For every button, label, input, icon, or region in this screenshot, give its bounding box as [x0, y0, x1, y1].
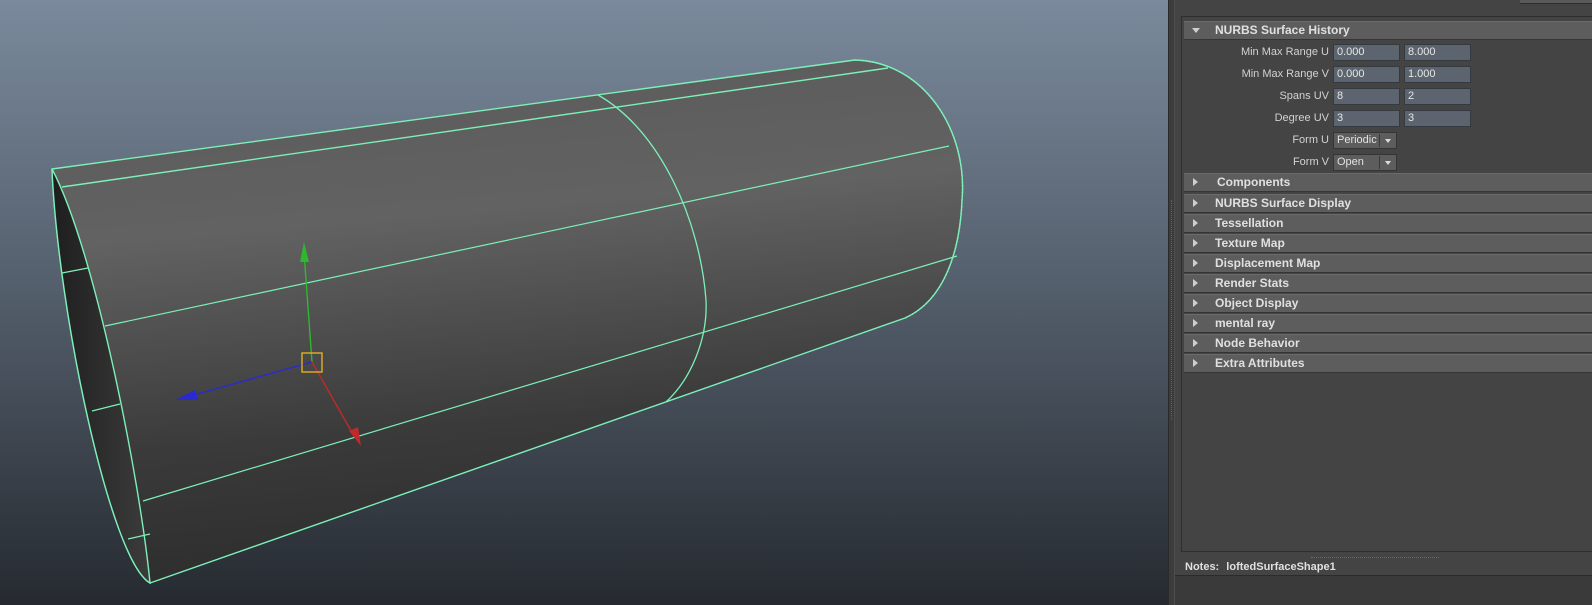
section-header-texture-map[interactable]: Texture Map	[1184, 234, 1592, 253]
notes-bar: Notes: loftedSurfaceShape1	[1175, 559, 1592, 575]
section-title: Render Stats	[1215, 276, 1290, 290]
spans-v-field[interactable]: 2	[1404, 88, 1471, 105]
section-header-object-display[interactable]: Object Display	[1184, 294, 1592, 313]
panel-splitter[interactable]	[1168, 0, 1175, 605]
attr-row-degree-uv: Degree UV 3 3	[1184, 109, 1592, 128]
dropdown-separator	[1379, 156, 1380, 169]
expand-triangle-icon	[1193, 299, 1198, 307]
min-range-u-field[interactable]: 0.000	[1333, 44, 1400, 61]
expand-triangle-icon	[1193, 219, 1198, 227]
section-title: NURBS Surface Display	[1215, 196, 1352, 210]
section-header-nurbs-surface-history[interactable]: NURBS Surface History	[1184, 21, 1592, 40]
nurbs-cylinder-surface[interactable]	[51, 59, 964, 584]
dropdown-separator	[1379, 134, 1380, 147]
viewport-3d[interactable]	[0, 0, 1168, 605]
attribute-frame: NURBS Surface History Min Max Range U 0.…	[1181, 16, 1592, 552]
attr-label: Form U	[1292, 134, 1329, 146]
section-header-components[interactable]: Components	[1184, 173, 1592, 192]
section-header-tessellation[interactable]: Tessellation	[1184, 214, 1592, 233]
section-title: Components	[1217, 175, 1291, 189]
attr-row-min-max-range-u: Min Max Range U 0.000 8.000	[1184, 43, 1592, 62]
section-title: mental ray	[1215, 316, 1276, 330]
expand-triangle-icon	[1193, 339, 1198, 347]
section-header-displacement-map[interactable]: Displacement Map	[1184, 254, 1592, 273]
section-title: Texture Map	[1215, 236, 1285, 250]
dropdown-value: Periodic	[1337, 134, 1377, 146]
notes-node-name: loftedSurfaceShape1	[1226, 561, 1336, 573]
max-range-u-field[interactable]: 8.000	[1404, 44, 1471, 61]
notes-text-area[interactable]	[1175, 575, 1592, 605]
attr-row-min-max-range-v: Min Max Range V 0.000 1.000	[1184, 65, 1592, 84]
expand-triangle-icon	[1193, 259, 1198, 267]
section-title: Displacement Map	[1215, 256, 1321, 270]
attr-label: Min Max Range V	[1241, 68, 1329, 80]
section-header-render-stats[interactable]: Render Stats	[1184, 274, 1592, 293]
section-header-extra-attributes[interactable]: Extra Attributes	[1184, 354, 1592, 373]
expand-triangle-icon	[1193, 239, 1198, 247]
dropdown-value: Open	[1337, 156, 1364, 168]
section-header-mental-ray[interactable]: mental ray	[1184, 314, 1592, 333]
degree-u-field[interactable]: 3	[1333, 110, 1400, 127]
expand-triangle-icon	[1193, 279, 1198, 287]
attr-row-form-u: Form U Periodic	[1184, 131, 1592, 150]
splitter-grip[interactable]	[1171, 200, 1173, 420]
section-header-nurbs-surface-display[interactable]: NURBS Surface Display	[1184, 194, 1592, 213]
expand-triangle-icon	[1193, 359, 1198, 367]
section-title: Tessellation	[1215, 216, 1284, 230]
collapse-triangle-icon	[1192, 28, 1200, 33]
top-strip	[1520, 0, 1592, 4]
attr-label: Degree UV	[1274, 112, 1329, 124]
section-title: Node Behavior	[1215, 336, 1300, 350]
viewport-canvas[interactable]	[0, 0, 1168, 605]
chevron-down-icon	[1385, 139, 1391, 143]
section-header-node-behavior[interactable]: Node Behavior	[1184, 334, 1592, 353]
min-range-v-field[interactable]: 0.000	[1333, 66, 1400, 83]
attr-row-spans-uv: Spans UV 8 2	[1184, 87, 1592, 106]
expand-triangle-icon	[1193, 178, 1198, 186]
section-title: Extra Attributes	[1215, 356, 1305, 370]
notes-label: Notes:	[1185, 561, 1220, 573]
form-u-dropdown[interactable]: Periodic	[1333, 132, 1397, 149]
attr-label: Form V	[1292, 156, 1329, 168]
spans-u-field[interactable]: 8	[1333, 88, 1400, 105]
attr-row-form-v: Form V Open	[1184, 153, 1592, 172]
expand-triangle-icon	[1193, 199, 1198, 207]
degree-v-field[interactable]: 3	[1404, 110, 1471, 127]
attribute-editor-panel: NURBS Surface History Min Max Range U 0.…	[1175, 0, 1592, 605]
chevron-down-icon	[1385, 161, 1391, 165]
form-v-dropdown[interactable]: Open	[1333, 154, 1397, 171]
attr-label: Spans UV	[1279, 90, 1329, 102]
max-range-v-field[interactable]: 1.000	[1404, 66, 1471, 83]
section-title: NURBS Surface History	[1215, 23, 1350, 37]
section-title: Object Display	[1215, 296, 1299, 310]
expand-triangle-icon	[1193, 319, 1198, 327]
attr-label: Min Max Range U	[1240, 46, 1329, 58]
